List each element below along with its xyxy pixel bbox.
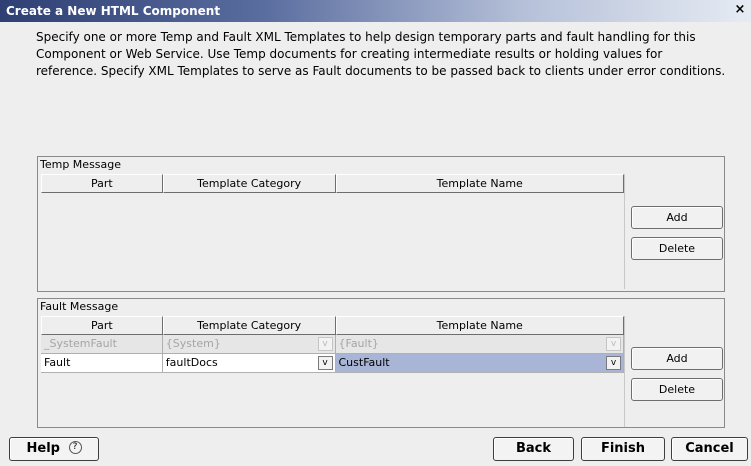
temp-message-group: Temp Message Part Template Category Temp… [37,156,725,292]
finish-button[interactable]: Finish [581,437,665,461]
close-icon[interactable]: × [733,2,747,18]
template-name-cell[interactable]: CustFault v [335,354,624,373]
column-header-part[interactable]: Part [41,174,163,193]
help-button[interactable]: Help ? [9,437,99,461]
table-header: Part Template Category Template Name [41,316,624,335]
chevron-down-icon[interactable]: v [317,356,333,370]
footer-bar: Help ? Back Finish Cancel [0,428,751,466]
table-row: _SystemFault {System} v {Fault} v [41,335,624,354]
temp-message-label: Temp Message [40,158,122,171]
template-category-cell[interactable]: faultDocs v [162,354,336,373]
template-category-value: faultDocs [165,356,218,369]
help-icon: ? [68,441,82,454]
column-header-template-name[interactable]: Template Name [335,316,624,335]
template-category-value: {System} [165,337,221,350]
back-button[interactable]: Back [493,437,574,461]
fault-message-table[interactable]: Part Template Category Template Name _Sy… [41,316,625,427]
table-header: Part Template Category Template Name [41,174,624,193]
temp-message-table[interactable]: Part Template Category Template Name [41,174,625,289]
template-category-cell: {System} v [162,335,336,354]
part-cell: _SystemFault [41,335,163,354]
temp-delete-button[interactable]: Delete [631,237,723,260]
chevron-down-icon: v [317,337,333,351]
template-name-cell: {Fault} v [335,335,624,354]
template-name-value: CustFault [338,356,390,369]
cancel-button[interactable]: Cancel [671,437,748,461]
help-button-label: Help [26,441,60,456]
fault-delete-button[interactable]: Delete [631,378,723,401]
chevron-down-icon[interactable]: v [606,356,621,370]
part-cell[interactable]: Fault [41,354,163,373]
fault-message-group: Fault Message Part Template Category Tem… [37,298,725,428]
chevron-down-icon: v [606,337,621,351]
template-name-value: {Fault} [338,337,379,350]
table-row[interactable]: Fault faultDocs v CustFault v [41,354,624,373]
fault-add-button[interactable]: Add [631,347,723,370]
column-header-part[interactable]: Part [41,316,163,335]
window-title: Create a New HTML Component [6,4,221,18]
column-header-template-name[interactable]: Template Name [335,174,624,193]
title-bar: Create a New HTML Component × [0,0,751,22]
column-header-template-category[interactable]: Template Category [162,174,336,193]
column-header-template-category[interactable]: Template Category [162,316,336,335]
description-text: Specify one or more Temp and Fault XML T… [36,30,726,78]
temp-add-button[interactable]: Add [631,206,723,229]
fault-message-label: Fault Message [40,300,119,313]
